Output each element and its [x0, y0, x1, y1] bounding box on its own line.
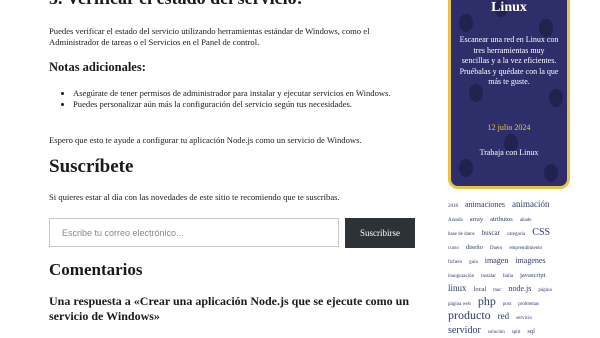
tag-link[interactable]: emprendimiento	[509, 246, 542, 251]
tag-link[interactable]: red	[498, 311, 510, 321]
tag-link[interactable]: CSS	[532, 227, 550, 238]
tag-link[interactable]: categoría	[507, 232, 525, 237]
tag-link[interactable]: animación	[512, 199, 550, 209]
tag-link[interactable]: instalar	[481, 274, 496, 279]
tag-link[interactable]: guía	[469, 260, 478, 265]
tag-link[interactable]: php	[478, 294, 496, 308]
tag-link[interactable]: post	[503, 302, 511, 307]
notes-heading: Notas adicionales:	[49, 60, 146, 74]
tag-link[interactable]: 2018	[448, 204, 458, 209]
email-field[interactable]	[49, 218, 339, 247]
page: 5. Verificar el estado del servicio: Pue…	[0, 0, 600, 338]
tag-link[interactable]: Duero	[490, 246, 503, 251]
tag-link[interactable]: array	[470, 216, 483, 223]
tag-link[interactable]: sql	[527, 328, 535, 335]
tag-link[interactable]: servidor	[448, 325, 481, 336]
tag-link[interactable]: buscar	[482, 229, 500, 237]
tag-link[interactable]: mac	[493, 288, 501, 293]
tag-cloud: 2018 animaciones animación Aranda array …	[448, 198, 566, 338]
tag-link[interactable]: node.js	[508, 284, 531, 293]
tag-link[interactable]: animaciones	[465, 200, 505, 209]
step-paragraph: Puedes verificar el estado del servicio …	[49, 26, 370, 47]
tag-link[interactable]: producto	[448, 308, 491, 322]
closing-paragraph: Espero que esto te ayude a configurar tu…	[49, 135, 362, 145]
tag-link[interactable]: inauguración	[448, 274, 474, 279]
tag-link[interactable]: javascript	[520, 272, 545, 279]
tag-link[interactable]: servicio	[516, 316, 532, 321]
tag-link[interactable]: página web	[448, 302, 471, 307]
tag-link[interactable]: curso	[448, 246, 459, 251]
card-date: 12 julio 2024	[487, 123, 531, 132]
reply-heading: Una respuesta a «Crear una aplicación No…	[49, 294, 409, 323]
tag-link[interactable]: Italia	[503, 274, 513, 279]
card-background-pattern	[459, 0, 563, 182]
card-link[interactable]: Trabaja con Linux	[451, 148, 567, 157]
comments-heading: Comentarios	[49, 260, 143, 279]
list-item: Puedes personalizar aún más la configura…	[73, 99, 413, 110]
tag-link[interactable]: atributos	[490, 216, 513, 223]
tag-link[interactable]: solución	[488, 330, 505, 335]
tag-link[interactable]: imagen	[485, 256, 509, 265]
tag-link[interactable]: añade	[520, 218, 532, 223]
tag-link[interactable]: split	[512, 330, 521, 335]
card-title: Linux	[491, 0, 527, 15]
promo-card[interactable]: Linux Escanear una red en Linux con tres…	[448, 0, 570, 189]
subscribe-button[interactable]: Suscribirse	[345, 218, 415, 248]
tag-link[interactable]: problemas	[518, 302, 539, 307]
tag-link[interactable]: imagenes	[515, 256, 545, 265]
list-item: Asegúrate de tener permisos de administr…	[73, 88, 413, 99]
step-heading: 5. Verificar el estado del servicio:	[49, 0, 303, 9]
card-text: Escanear una red en Linux con tres herra…	[459, 35, 559, 86]
tag-link[interactable]: página	[538, 288, 551, 293]
notes-list: Asegúrate de tener permisos de administr…	[49, 88, 413, 109]
tag-link[interactable]: base de datos	[448, 232, 475, 237]
tag-link[interactable]: linux	[448, 283, 467, 293]
tag-link[interactable]: fichero	[448, 260, 462, 265]
tag-link[interactable]: local	[474, 286, 487, 293]
subscribe-heading: Suscríbete	[49, 156, 134, 177]
tag-link[interactable]: diseño	[466, 244, 483, 251]
tag-link[interactable]: Aranda	[448, 218, 463, 223]
subscribe-description: Si quieres estar al día con las novedade…	[49, 192, 340, 202]
